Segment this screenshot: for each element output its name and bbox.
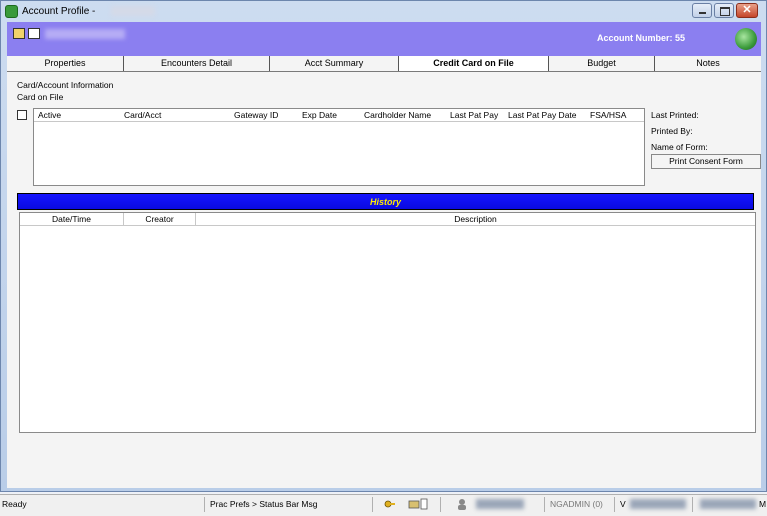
form-icon[interactable] xyxy=(28,28,40,39)
key-icon[interactable] xyxy=(384,498,396,510)
minimize-button[interactable] xyxy=(692,3,712,18)
last-printed-label: Last Printed: xyxy=(651,110,699,120)
maximize-button[interactable] xyxy=(714,3,734,18)
redacted-status-version xyxy=(630,499,686,509)
history-table[interactable]: Date/Time Creator Description xyxy=(19,212,756,433)
redacted-status-extra xyxy=(700,499,756,509)
status-ready: Ready xyxy=(2,499,27,509)
tab-strip: Properties Encounters Detail Acct Summar… xyxy=(7,56,761,72)
col-last-pat-pay[interactable]: Last Pat Pay xyxy=(450,110,498,120)
tab-notes[interactable]: Notes xyxy=(655,56,761,71)
tab-credit-card-on-file[interactable]: Credit Card on File xyxy=(399,56,549,71)
col-active[interactable]: Active xyxy=(38,110,61,120)
col-card-acct[interactable]: Card/Acct xyxy=(124,110,161,120)
card-form-icon[interactable] xyxy=(17,110,27,120)
user-icon xyxy=(458,499,466,510)
maximize-icon xyxy=(720,7,730,16)
redacted-status-user xyxy=(476,499,524,509)
tab-acct-summary[interactable]: Acct Summary xyxy=(270,56,399,71)
redacted-patient-name xyxy=(111,6,155,16)
title-bar[interactable]: Account Profile - ✕ xyxy=(1,1,766,22)
col-exp-date[interactable]: Exp Date xyxy=(302,110,337,120)
tab-properties[interactable]: Properties xyxy=(7,56,124,71)
redacted-account-info xyxy=(45,29,125,39)
print-consent-form-button[interactable]: Print Consent Form xyxy=(651,154,761,169)
tab-budget[interactable]: Budget xyxy=(549,56,655,71)
col-creator[interactable]: Creator xyxy=(124,213,196,225)
status-version-fragment: V xyxy=(620,499,626,509)
col-description[interactable]: Description xyxy=(196,213,755,225)
history-title: History xyxy=(369,197,401,207)
window-title: Account Profile - xyxy=(22,6,96,17)
close-icon: ✕ xyxy=(742,4,752,16)
client-area: Account Number: 55 Properties Encounters… xyxy=(7,22,761,488)
account-header: Account Number: 55 xyxy=(7,22,761,56)
printer-icon[interactable] xyxy=(408,498,428,510)
status-separator xyxy=(544,497,545,512)
account-profile-window: Account Profile - ✕ Account Number: 55 P… xyxy=(0,0,767,492)
col-last-pat-pay-date[interactable]: Last Pat Pay Date xyxy=(508,110,577,120)
status-separator xyxy=(614,497,615,512)
history-header-bar: History xyxy=(17,193,754,210)
tab-encounters-detail[interactable]: Encounters Detail xyxy=(124,56,270,71)
status-separator xyxy=(440,497,441,512)
account-number: Account Number: 55 xyxy=(597,33,686,43)
status-bar: Ready Prac Prefs > Status Bar Msg NGADMI… xyxy=(0,494,767,516)
history-table-header: Date/Time Creator Description xyxy=(20,213,755,226)
minimize-icon xyxy=(699,12,706,14)
status-separator xyxy=(372,497,373,512)
app-icon xyxy=(5,5,18,18)
printed-by-label: Printed By: xyxy=(651,126,693,136)
col-date-time[interactable]: Date/Time xyxy=(20,213,124,225)
status-message: Prac Prefs > Status Bar Msg xyxy=(210,499,318,509)
window-controls: ✕ xyxy=(690,3,758,18)
name-of-form-label: Name of Form: xyxy=(651,142,708,152)
card-on-file-table[interactable]: Active Card/Acct Gateway ID Exp Date Car… xyxy=(33,108,645,186)
credit-card-panel: Card/Account Information Card on File Ac… xyxy=(7,72,761,488)
status-separator xyxy=(692,497,693,512)
card-table-header: Active Card/Acct Gateway ID Exp Date Car… xyxy=(34,109,644,122)
close-button[interactable]: ✕ xyxy=(736,3,758,18)
col-cardholder-name[interactable]: Cardholder Name xyxy=(364,110,431,120)
subsection-label: Card on File xyxy=(17,92,64,102)
section-label: Card/Account Information xyxy=(17,80,114,90)
status-globe-icon[interactable] xyxy=(735,28,757,50)
status-user-fragment: NGADMIN (0) xyxy=(550,499,603,509)
col-fsa-hsa[interactable]: FSA/HSA xyxy=(590,110,626,120)
status-separator xyxy=(204,497,205,512)
folder-open-icon[interactable] xyxy=(13,28,25,39)
col-gateway-id[interactable]: Gateway ID xyxy=(234,110,278,120)
status-end-fragment: M xyxy=(759,499,767,509)
